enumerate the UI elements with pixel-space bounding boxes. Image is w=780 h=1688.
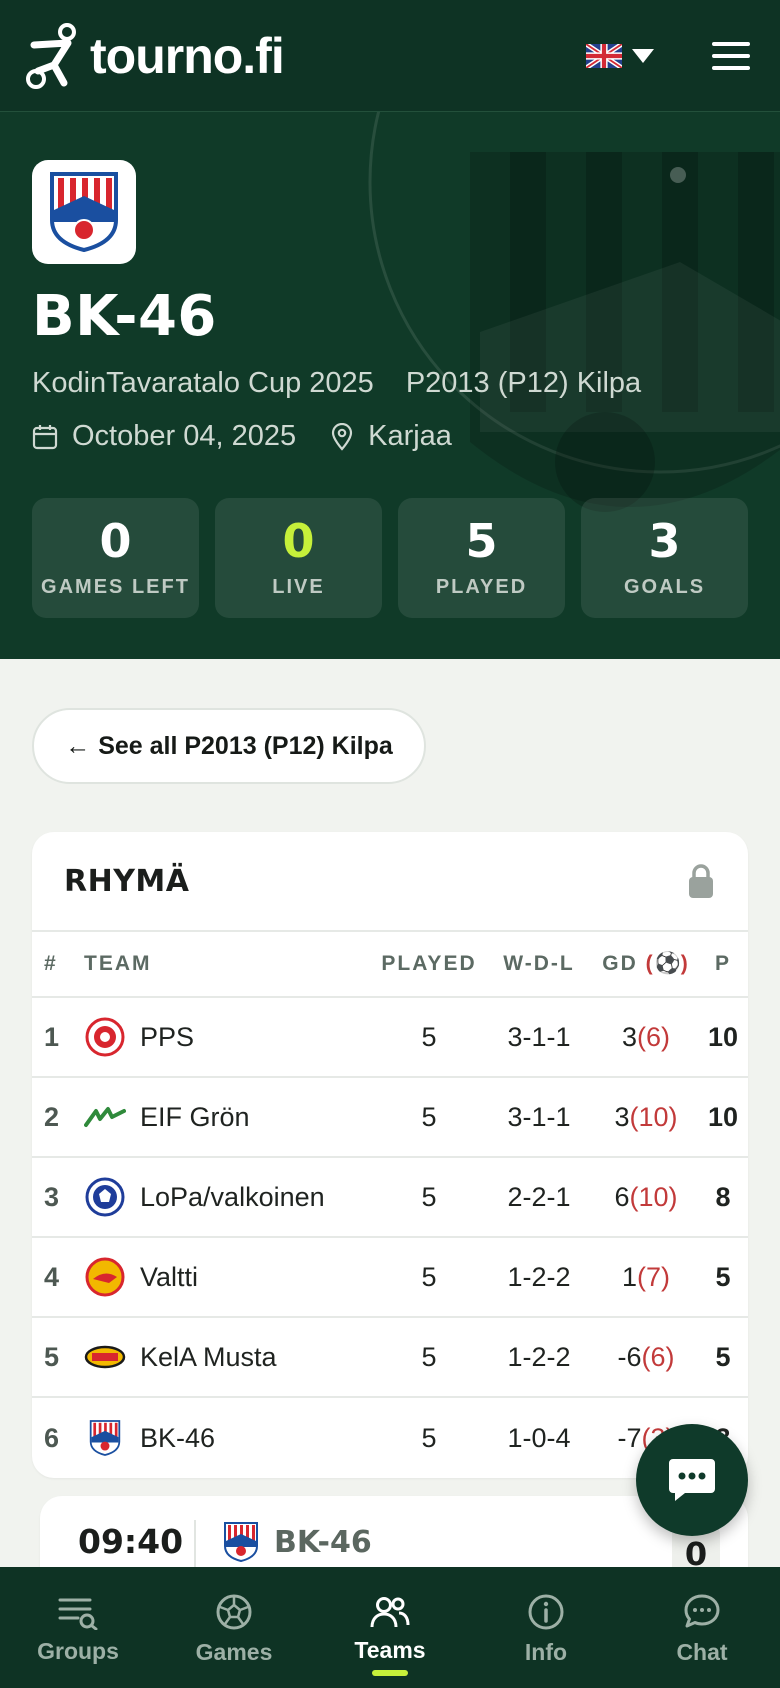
nav-games[interactable]: Games xyxy=(156,1567,312,1688)
col-wdl: W-D-L xyxy=(503,952,575,975)
bk46-crest-icon xyxy=(50,172,118,253)
standings-column-headers: # TEAM PLAYED W-D-L GD (⚽) P xyxy=(32,932,748,998)
arrow-left-icon: ← xyxy=(65,731,91,760)
division-name[interactable]: P2013 (P12) Kilpa xyxy=(406,367,641,400)
bk46-logo-icon xyxy=(224,1522,258,1563)
tournament-info: KodinTavaratalo Cup 2025 P2013 (P12) Kil… xyxy=(32,367,641,400)
pps-logo-icon xyxy=(84,1016,126,1058)
col-team: TEAM xyxy=(84,952,152,975)
lock-icon xyxy=(689,864,713,898)
col-rank: # xyxy=(44,952,58,975)
runner-logo-icon xyxy=(26,22,76,89)
match-time: 09:40 xyxy=(78,1522,184,1561)
stat-games-left: 0 GAMES LEFT xyxy=(32,498,199,618)
team-name-cell: EIF Grön xyxy=(140,1101,250,1132)
nav-chat[interactable]: Chat xyxy=(624,1567,780,1688)
hamburger-menu-icon[interactable] xyxy=(712,41,750,70)
col-played: PLAYED xyxy=(381,952,477,975)
uk-flag-icon xyxy=(586,43,622,68)
soccer-ball-icon: ⚽ xyxy=(654,952,681,975)
teams-people-icon xyxy=(370,1597,410,1628)
active-tab-indicator xyxy=(372,1670,408,1676)
table-row[interactable]: 3 LoPa/valkoinen 5 2-2-1 6(10) 8 xyxy=(32,1158,748,1238)
team-name-cell: KelA Musta xyxy=(140,1341,277,1372)
back-button-label: See all P2013 (P12) Kilpa xyxy=(98,731,393,760)
team-stats: 0 GAMES LEFT 0 LIVE 5 PLAYED 3 GOALS xyxy=(32,498,748,618)
valtti-logo-icon xyxy=(84,1256,126,1298)
date-text: October 04, 2025 xyxy=(72,420,297,452)
team-name-cell: Valtti xyxy=(140,1261,199,1292)
tournament-name[interactable]: KodinTavaratalo Cup 2025 xyxy=(32,367,374,400)
eif-logo-icon xyxy=(84,1096,126,1138)
date-location: October 04, 2025 Karjaa xyxy=(32,420,452,453)
bk46-logo-icon xyxy=(84,1417,126,1459)
chat-bubble-icon xyxy=(669,1459,715,1501)
location-text: Karjaa xyxy=(368,420,452,452)
nav-groups[interactable]: Groups xyxy=(0,1567,156,1688)
match-date: October 04, 2025 xyxy=(32,420,296,453)
stat-goals: 3 GOALS xyxy=(581,498,748,618)
team-name-cell: BK-46 xyxy=(140,1422,216,1453)
info-icon xyxy=(528,1594,564,1630)
table-row[interactable]: 5 KelA Musta 5 1-2-2 -6(6) 5 xyxy=(32,1318,748,1398)
bottom-navigation: Groups Games Teams Info Chat xyxy=(0,1567,780,1688)
standings-card: RHYMÄ # TEAM PLAYED W-D-L GD (⚽) P 1 PPS… xyxy=(32,832,748,1478)
table-row[interactable]: 2 EIF Grön 5 3-1-1 3(10) 10 xyxy=(32,1078,748,1158)
table-row[interactable]: 4 Valtti 5 1-2-2 1(7) 5 xyxy=(32,1238,748,1318)
col-goal-difference: GD (⚽) xyxy=(602,952,690,975)
table-row[interactable]: 1 PPS 5 3-1-1 3(6) 10 xyxy=(32,998,748,1078)
team-hero: BK-46 KodinTavaratalo Cup 2025 P2013 (P1… xyxy=(0,112,780,659)
team-name-cell: PPS xyxy=(140,1021,195,1052)
chat-bubble-icon xyxy=(684,1594,720,1628)
chevron-down-icon xyxy=(632,48,654,63)
stat-live: 0 LIVE xyxy=(215,498,382,618)
match-team-name: BK-46 xyxy=(274,1524,372,1560)
kela-logo-icon xyxy=(84,1336,126,1378)
logo-text: tourno.fi xyxy=(90,27,285,84)
nav-info[interactable]: Info xyxy=(468,1567,624,1688)
team-name: BK-46 xyxy=(32,284,217,349)
nav-teams[interactable]: Teams xyxy=(312,1567,468,1688)
team-badge xyxy=(32,160,136,264)
match-team: BK-46 xyxy=(222,1520,372,1564)
match-location: Karjaa xyxy=(330,420,452,453)
site-logo[interactable]: tourno.fi xyxy=(24,22,285,89)
language-selector[interactable] xyxy=(586,43,654,68)
group-title: RHYMÄ xyxy=(64,863,190,899)
lopa-logo-icon xyxy=(84,1176,126,1218)
groups-list-icon xyxy=(58,1598,98,1630)
team-name-cell: LoPa/valkoinen xyxy=(140,1181,325,1212)
location-pin-icon xyxy=(332,422,353,451)
col-points: P xyxy=(714,952,731,975)
standings-header: RHYMÄ xyxy=(32,832,748,932)
soccer-ball-icon xyxy=(216,1594,252,1630)
see-all-division-button[interactable]: ← See all P2013 (P12) Kilpa xyxy=(32,708,426,784)
chat-fab-button[interactable] xyxy=(636,1424,748,1536)
top-bar: tourno.fi xyxy=(0,0,780,112)
calendar-icon xyxy=(32,424,58,449)
stat-played: 5 PLAYED xyxy=(398,498,565,618)
